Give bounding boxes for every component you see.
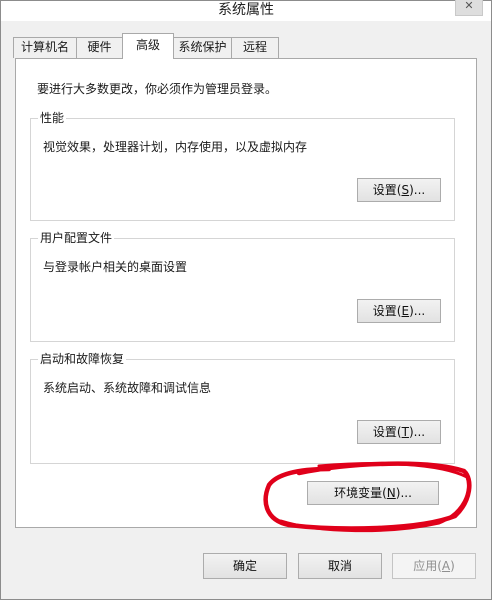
system-properties-window: 系统属性 ✕ 计算机名 硬件 高级 系统保护 远程 要进行大多数更改，你必须作为… xyxy=(0,0,492,600)
button-label-suffix: )... xyxy=(409,183,426,197)
user-profiles-group-title: 用户配置文件 xyxy=(38,230,115,246)
button-label: 应用( xyxy=(413,559,442,573)
accelerator-key: N xyxy=(386,486,396,500)
performance-settings-button[interactable]: 设置(S)... xyxy=(357,178,441,202)
admin-notice: 要进行大多数更改，你必须作为管理员登录。 xyxy=(37,82,278,96)
button-label-suffix: )... xyxy=(409,304,426,318)
tab-system-protection[interactable]: 系统保护 xyxy=(173,37,232,58)
startup-recovery-group-title: 启动和故障恢复 xyxy=(38,351,127,367)
tab-computer-name[interactable]: 计算机名 xyxy=(13,37,77,58)
environment-variables-button[interactable]: 环境变量(N)... xyxy=(307,481,439,505)
tab-advanced[interactable]: 高级 xyxy=(122,33,174,59)
startup-recovery-description: 系统启动、系统故障和调试信息 xyxy=(43,381,212,395)
performance-group: 性能 视觉效果，处理器计划，内存使用，以及虚拟内存 设置(S)... xyxy=(30,110,455,221)
title-bar: 系统属性 ✕ xyxy=(1,0,491,21)
advanced-tab-panel: 要进行大多数更改，你必须作为管理员登录。 性能 视觉效果，处理器计划，内存使用，… xyxy=(15,58,477,528)
close-button[interactable]: ✕ xyxy=(455,0,483,16)
startup-recovery-group: 启动和故障恢复 系统启动、系统故障和调试信息 设置(T)... xyxy=(30,351,455,464)
button-label: 环境变量( xyxy=(334,486,387,500)
tab-remote[interactable]: 远程 xyxy=(231,37,279,58)
accelerator-key: A xyxy=(441,559,451,573)
user-profiles-description: 与登录帐户相关的桌面设置 xyxy=(43,260,188,274)
tab-hardware[interactable]: 硬件 xyxy=(76,37,123,58)
button-label-suffix: ) xyxy=(450,559,455,573)
button-label: 设置( xyxy=(372,425,402,439)
close-icon: ✕ xyxy=(464,0,474,12)
ok-button[interactable]: 确定 xyxy=(203,553,287,579)
window-title: 系统属性 xyxy=(218,2,274,18)
accelerator-key: S xyxy=(401,183,410,197)
startup-recovery-settings-button[interactable]: 设置(T)... xyxy=(357,420,441,444)
cancel-button[interactable]: 取消 xyxy=(298,553,382,579)
button-label-suffix: )... xyxy=(408,425,426,439)
accelerator-key: T xyxy=(401,425,409,439)
button-label: 设置( xyxy=(372,304,402,318)
accelerator-key: E xyxy=(401,304,410,318)
apply-button[interactable]: 应用(A) xyxy=(392,553,476,579)
performance-group-title: 性能 xyxy=(38,110,67,126)
button-label: 设置( xyxy=(372,183,402,197)
performance-description: 视觉效果，处理器计划，内存使用，以及虚拟内存 xyxy=(43,140,308,154)
user-profiles-group: 用户配置文件 与登录帐户相关的桌面设置 设置(E)... xyxy=(30,230,455,342)
button-label-suffix: )... xyxy=(395,486,412,500)
user-profiles-settings-button[interactable]: 设置(E)... xyxy=(357,299,441,323)
